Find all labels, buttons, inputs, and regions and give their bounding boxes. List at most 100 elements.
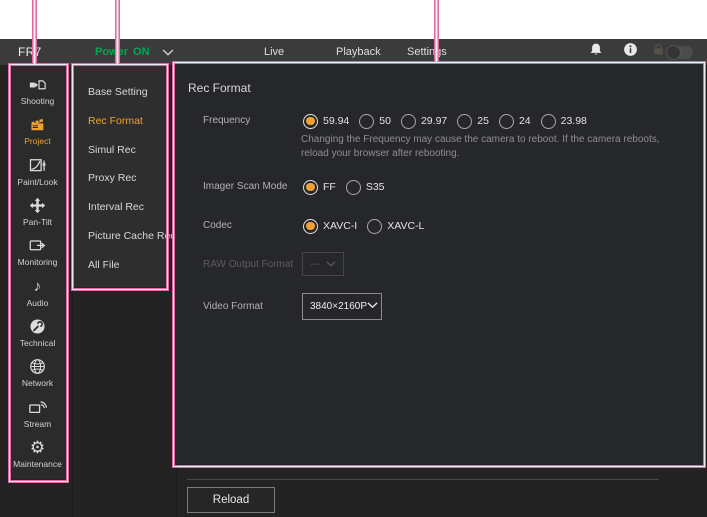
pan-tilt-icon bbox=[29, 197, 46, 214]
tab-playback[interactable]: Playback bbox=[336, 39, 381, 65]
radio-frequency-59-94[interactable]: 59.94 bbox=[303, 114, 349, 129]
tab-settings[interactable]: Settings bbox=[407, 39, 447, 65]
maintenance-gear-icon: ⚙ bbox=[30, 439, 45, 456]
radio-frequency-25[interactable]: 25 bbox=[457, 114, 489, 129]
sidebar-item-technical[interactable]: Technical bbox=[8, 313, 67, 353]
submenu-item-interval-rec[interactable]: Interval Rec bbox=[73, 193, 166, 222]
radio-option-label: 24 bbox=[519, 115, 531, 127]
submenu-item-picture-cache-rec[interactable]: Picture Cache Rec bbox=[73, 222, 166, 251]
sidebar-item-audio[interactable]: ♪ Audio bbox=[8, 272, 67, 312]
radio-icon bbox=[457, 114, 472, 129]
frequency-label: Frequency bbox=[203, 115, 250, 126]
info-icon bbox=[623, 42, 638, 62]
operation-lock-indicator bbox=[651, 39, 666, 65]
paint-look-icon bbox=[29, 157, 46, 174]
chevron-down-icon bbox=[367, 301, 378, 312]
sidebar-item-label: Technical bbox=[20, 338, 55, 348]
sidebar-item-network[interactable]: Network bbox=[8, 353, 67, 393]
radio-option-label: XAVC-I bbox=[323, 220, 357, 232]
stream-icon bbox=[29, 399, 47, 416]
radio-selected-icon bbox=[303, 114, 318, 129]
submenu-item-simul-rec[interactable]: Simul Rec bbox=[73, 136, 166, 165]
chevron-down-icon bbox=[162, 49, 174, 56]
technical-wrench-icon bbox=[29, 318, 46, 335]
radio-frequency-29-97[interactable]: 29.97 bbox=[401, 114, 447, 129]
notifications-button[interactable] bbox=[588, 39, 604, 65]
sidebar-item-label: Maintenance bbox=[13, 459, 62, 469]
sidebar-item-maintenance[interactable]: ⚙ Maintenance bbox=[8, 434, 67, 474]
video-format-label: Video Format bbox=[203, 301, 263, 312]
footer-divider bbox=[187, 479, 659, 480]
submenu-item-proxy-rec[interactable]: Proxy Rec bbox=[73, 164, 166, 193]
shooting-icon bbox=[29, 76, 46, 93]
sidebar-item-label: Network bbox=[22, 378, 53, 388]
radio-imager-s35[interactable]: S35 bbox=[346, 180, 385, 195]
clapperboard-icon bbox=[29, 116, 46, 133]
radio-frequency-23-98[interactable]: 23.98 bbox=[541, 114, 587, 129]
info-button[interactable] bbox=[623, 39, 638, 65]
radio-option-label: XAVC-L bbox=[387, 220, 424, 232]
topbar: FR7 Power ON Live Playback Settings bbox=[0, 39, 707, 65]
sidebar-item-stream[interactable]: Stream bbox=[8, 393, 67, 433]
sidebar-item-pan-tilt[interactable]: Pan-Tilt bbox=[8, 192, 67, 232]
sidebar-item-label: Monitoring bbox=[18, 257, 58, 267]
codec-radio-group: XAVC-I XAVC-L bbox=[303, 217, 424, 235]
video-format-value: 3840×2160P bbox=[310, 301, 367, 312]
lock-toggle-switch[interactable] bbox=[667, 39, 693, 65]
radio-frequency-24[interactable]: 24 bbox=[499, 114, 531, 129]
toggle-off-icon bbox=[667, 46, 693, 59]
frequency-radio-group: 59.94 50 29.97 25 24 23.98 bbox=[303, 112, 587, 130]
power-status-dropdown[interactable]: Power ON bbox=[95, 39, 174, 65]
submenu-item-rec-format[interactable]: Rec Format bbox=[73, 107, 166, 136]
sidebar-item-shooting[interactable]: Shooting bbox=[8, 71, 67, 111]
sidebar-nav: Shooting Project bbox=[8, 69, 67, 474]
radio-icon bbox=[346, 180, 361, 195]
radio-icon bbox=[499, 114, 514, 129]
radio-icon bbox=[359, 114, 374, 129]
radio-option-label: S35 bbox=[366, 181, 385, 193]
reload-button[interactable]: Reload bbox=[187, 487, 275, 513]
submenu-item-base-setting[interactable]: Base Setting bbox=[73, 78, 166, 107]
radio-frequency-50[interactable]: 50 bbox=[359, 114, 391, 129]
sidebar-item-label: Paint/Look bbox=[17, 177, 57, 187]
monitoring-icon bbox=[29, 237, 46, 254]
sidebar-item-paint-look[interactable]: Paint/Look bbox=[8, 152, 67, 192]
sidebar-item-label: Shooting bbox=[21, 96, 55, 106]
radio-codec-xavc-l[interactable]: XAVC-L bbox=[367, 219, 424, 234]
radio-icon bbox=[541, 114, 556, 129]
radio-selected-icon bbox=[303, 180, 318, 195]
radio-option-label: 29.97 bbox=[421, 115, 447, 127]
fr7-web-app: FR7 Power ON Live Playback Settings bbox=[0, 0, 707, 517]
frequency-reboot-note: Changing the Frequency may cause the cam… bbox=[301, 133, 686, 161]
network-globe-icon bbox=[29, 358, 46, 375]
imager-scan-mode-radio-group: FF S35 bbox=[303, 178, 385, 196]
codec-label: Codec bbox=[203, 220, 232, 231]
lock-icon bbox=[651, 42, 666, 62]
settings-submenu: Base Setting Rec Format Simul Rec Proxy … bbox=[73, 78, 166, 280]
audio-note-icon: ♪ bbox=[34, 278, 42, 295]
sidebar-item-label: Stream bbox=[24, 419, 51, 429]
radio-icon bbox=[401, 114, 416, 129]
submenu-item-all-file[interactable]: All File bbox=[73, 251, 166, 280]
imager-scan-mode-label: Imager Scan Mode bbox=[203, 181, 288, 192]
power-state-value: ON bbox=[133, 46, 150, 58]
radio-option-label: 50 bbox=[379, 115, 391, 127]
brand-label: FR7 bbox=[18, 39, 42, 65]
sidebar-item-project[interactable]: Project bbox=[8, 111, 67, 151]
page-title: Rec Format bbox=[188, 81, 251, 95]
sidebar-item-label: Pan-Tilt bbox=[23, 217, 52, 227]
raw-output-format-value: --- bbox=[310, 259, 320, 270]
sidebar-item-label: Project bbox=[24, 136, 50, 146]
radio-option-label: FF bbox=[323, 181, 336, 193]
radio-imager-ff[interactable]: FF bbox=[303, 180, 336, 195]
raw-output-format-label: RAW Output Format bbox=[203, 259, 293, 270]
video-format-select[interactable]: 3840×2160P bbox=[302, 293, 382, 320]
sidebar-item-monitoring[interactable]: Monitoring bbox=[8, 232, 67, 272]
raw-output-format-select[interactable]: --- bbox=[302, 252, 344, 276]
bell-icon bbox=[588, 42, 604, 62]
radio-option-label: 25 bbox=[477, 115, 489, 127]
radio-codec-xavc-i[interactable]: XAVC-I bbox=[303, 219, 357, 234]
tab-live[interactable]: Live bbox=[264, 39, 284, 65]
power-label: Power bbox=[95, 46, 128, 58]
radio-icon bbox=[367, 219, 382, 234]
